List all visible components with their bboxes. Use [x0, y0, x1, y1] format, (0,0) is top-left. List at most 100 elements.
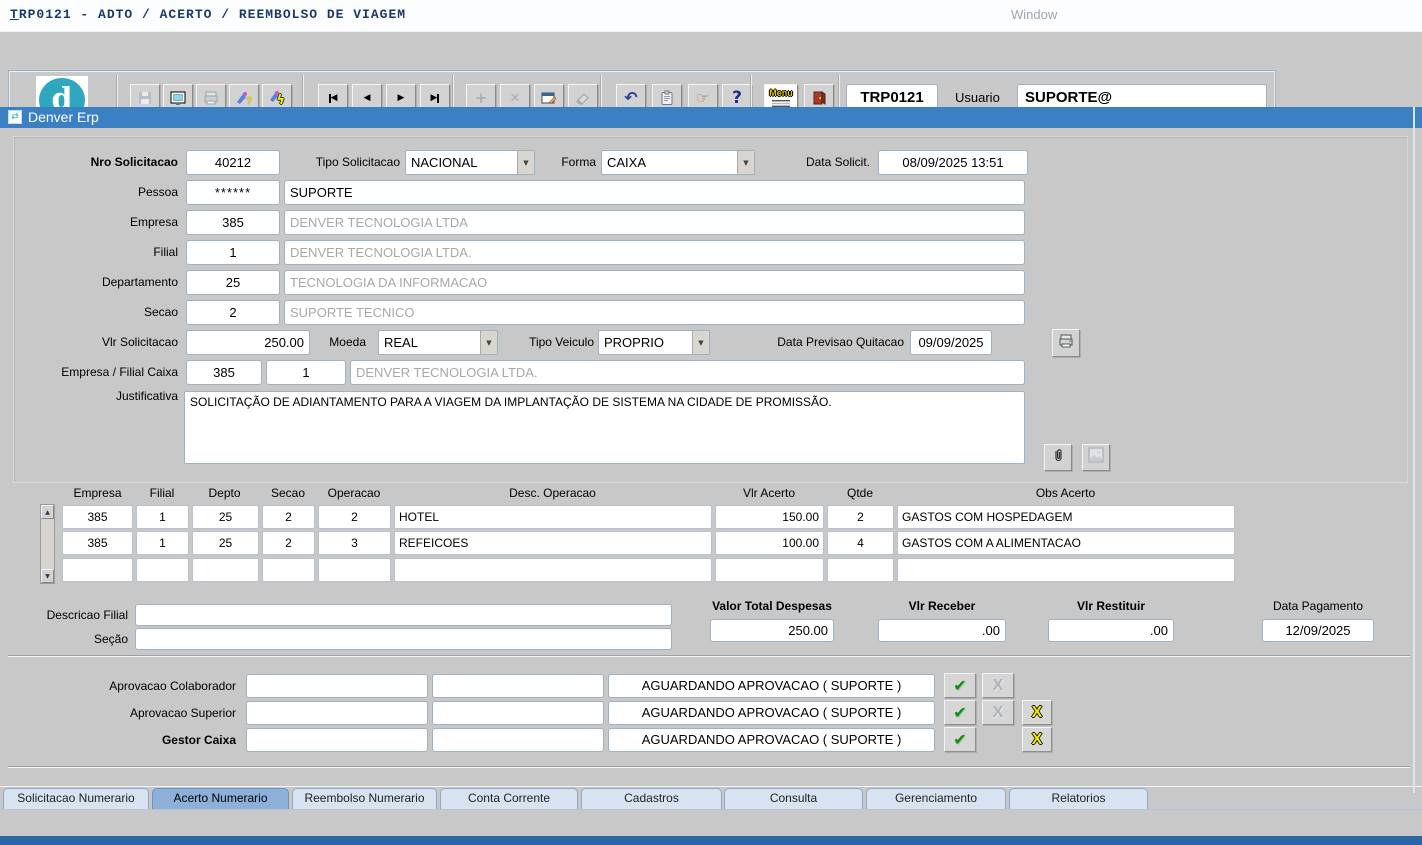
- data-solicit-field[interactable]: 08/09/2025 13:51: [878, 150, 1028, 175]
- descricao-filial-field[interactable]: [135, 604, 672, 626]
- empresa-caixa-field[interactable]: 385: [186, 360, 262, 385]
- x-gray-icon: X: [993, 705, 1004, 721]
- empresa-code-field[interactable]: 385: [186, 210, 280, 235]
- aprovacao-colaborador-status: AGUARDANDO APROVACAO ( SUPORTE ): [608, 674, 935, 698]
- grid-cell[interactable]: [897, 558, 1235, 582]
- grid-cell[interactable]: 2: [262, 531, 315, 555]
- grid-scrollbar[interactable]: ▲ ▼: [40, 504, 55, 584]
- last-record-icon: [437, 94, 439, 103]
- tab-consulta[interactable]: Consulta: [724, 788, 863, 809]
- tab-gerenciamento[interactable]: Gerenciamento: [866, 788, 1006, 809]
- reject-colaborador-button[interactable]: X: [982, 673, 1014, 698]
- moeda-label: Moeda: [314, 330, 366, 355]
- gestor-caixa-field2[interactable]: [432, 728, 604, 752]
- chevron-down-icon[interactable]: ▼: [517, 151, 534, 174]
- nro-solicitacao-field[interactable]: 40212: [186, 150, 280, 175]
- cancel-gestor-button[interactable]: X: [1022, 727, 1052, 752]
- paperclip-icon: [1050, 447, 1066, 468]
- departamento-code-field[interactable]: 25: [186, 270, 280, 295]
- descricao-filial-label: Descricao Filial: [10, 604, 128, 627]
- scroll-up-icon[interactable]: ▲: [41, 505, 54, 519]
- tab-solicitacao-numerario[interactable]: Solicitacao Numerario: [3, 788, 149, 809]
- secao-footer-field[interactable]: [135, 628, 672, 650]
- menu-window[interactable]: Window: [1011, 7, 1057, 22]
- grid-cell[interactable]: 385: [62, 531, 133, 555]
- grid-cell[interactable]: 385: [62, 505, 133, 529]
- gestor-caixa-field1[interactable]: [246, 728, 428, 752]
- pessoa-code-field[interactable]: ******: [186, 180, 280, 205]
- print-request-button[interactable]: [1052, 329, 1080, 357]
- vlr-receber-field: .00: [878, 619, 1006, 642]
- forma-select[interactable]: CAIXA ▼: [601, 150, 755, 175]
- grid-cell[interactable]: 25: [192, 531, 259, 555]
- data-pagamento-field[interactable]: 12/09/2025: [1262, 619, 1374, 642]
- tab-acerto-numerario[interactable]: Acerto Numerario: [152, 788, 289, 809]
- grid-cell[interactable]: 2: [318, 505, 391, 529]
- filial-caixa-field[interactable]: 1: [266, 360, 346, 385]
- secao-code-field[interactable]: 2: [186, 300, 280, 325]
- vlr-solicitacao-field[interactable]: 250.00: [186, 330, 310, 355]
- vlr-restituir-field: .00: [1048, 619, 1174, 642]
- pessoa-label: Pessoa: [20, 180, 178, 205]
- grid-cell[interactable]: [192, 558, 259, 582]
- pessoa-name-field[interactable]: SUPORTE: [284, 180, 1025, 205]
- next-record-icon: ▶: [398, 94, 405, 103]
- aprovacao-superior-field2[interactable]: [432, 701, 604, 725]
- enter-query-icon: ?: [236, 90, 252, 106]
- attachment-button[interactable]: [1044, 444, 1072, 471]
- approve-colaborador-button[interactable]: ✔: [944, 673, 976, 698]
- grid-cell[interactable]: 150.00: [715, 505, 824, 529]
- tipo-solicitacao-select[interactable]: NACIONAL ▼: [405, 150, 535, 175]
- data-previsao-quitacao-field[interactable]: 09/09/2025: [910, 330, 992, 355]
- grid-cell[interactable]: 4: [827, 531, 894, 555]
- filial-desc-field: DENVER TECNOLOGIA LTDA.: [284, 240, 1025, 265]
- grid-cell[interactable]: 100.00: [715, 531, 824, 555]
- tab-cadastros[interactable]: Cadastros: [581, 788, 722, 809]
- reject-superior-button[interactable]: X: [982, 700, 1014, 725]
- grid-cell[interactable]: [715, 558, 824, 582]
- scroll-down-icon[interactable]: ▼: [41, 569, 54, 583]
- grid-cell[interactable]: [262, 558, 315, 582]
- grid-header-desc-operacao: Desc. Operacao: [393, 486, 712, 500]
- grid-header-filial: Filial: [135, 486, 189, 500]
- grid-cell[interactable]: 1: [136, 531, 189, 555]
- grid-cell[interactable]: [827, 558, 894, 582]
- grid-cell[interactable]: REFEICOES: [394, 531, 712, 555]
- exit-door-icon: [811, 90, 827, 106]
- check-icon: ✔: [953, 705, 966, 721]
- grid-cell[interactable]: [136, 558, 189, 582]
- image-button[interactable]: [1082, 444, 1110, 471]
- grid-cell[interactable]: 3: [318, 531, 391, 555]
- tab-conta-corrente[interactable]: Conta Corrente: [440, 788, 578, 809]
- chevron-down-icon[interactable]: ▼: [480, 331, 497, 354]
- cancel-superior-button[interactable]: X: [1022, 700, 1052, 725]
- grid-header-secao: Secao: [261, 486, 315, 500]
- tab-reembolso-numerario[interactable]: Reembolso Numerario: [292, 788, 437, 809]
- grid-cell[interactable]: 1: [136, 505, 189, 529]
- delete-x-icon: ✕: [510, 92, 521, 105]
- moeda-select[interactable]: REAL ▼: [378, 330, 498, 355]
- grid-cell[interactable]: HOTEL: [394, 505, 712, 529]
- grid-cell[interactable]: [318, 558, 391, 582]
- aprovacao-colaborador-field1[interactable]: [246, 674, 428, 698]
- grid-cell[interactable]: 2: [262, 505, 315, 529]
- grid-cell[interactable]: GASTOS COM A ALIMENTACAO: [897, 531, 1235, 555]
- grid-cell[interactable]: 25: [192, 505, 259, 529]
- tab-relatorios[interactable]: Relatorios: [1009, 788, 1148, 809]
- grid-cell[interactable]: GASTOS COM HOSPEDAGEM: [897, 505, 1235, 529]
- grid-cell[interactable]: [394, 558, 712, 582]
- grid-header-obs-acerto: Obs Acerto: [896, 486, 1235, 500]
- filial-code-field[interactable]: 1: [186, 240, 280, 265]
- secao-label: Secao: [20, 300, 178, 325]
- chevron-down-icon[interactable]: ▼: [692, 331, 709, 354]
- aprovacao-superior-field1[interactable]: [246, 701, 428, 725]
- chevron-down-icon[interactable]: ▼: [737, 151, 754, 174]
- grid-cell[interactable]: [62, 558, 133, 582]
- justificativa-field[interactable]: SOLICITAÇÃO DE ADIANTAMENTO PARA A VIAGE…: [184, 391, 1025, 464]
- check-icon: ✔: [953, 732, 966, 748]
- aprovacao-colaborador-field2[interactable]: [432, 674, 604, 698]
- approve-superior-button[interactable]: ✔: [944, 700, 976, 725]
- approve-gestor-button[interactable]: ✔: [944, 727, 976, 752]
- tipo-veiculo-select[interactable]: PROPRIO ▼: [598, 330, 710, 355]
- grid-cell[interactable]: 2: [827, 505, 894, 529]
